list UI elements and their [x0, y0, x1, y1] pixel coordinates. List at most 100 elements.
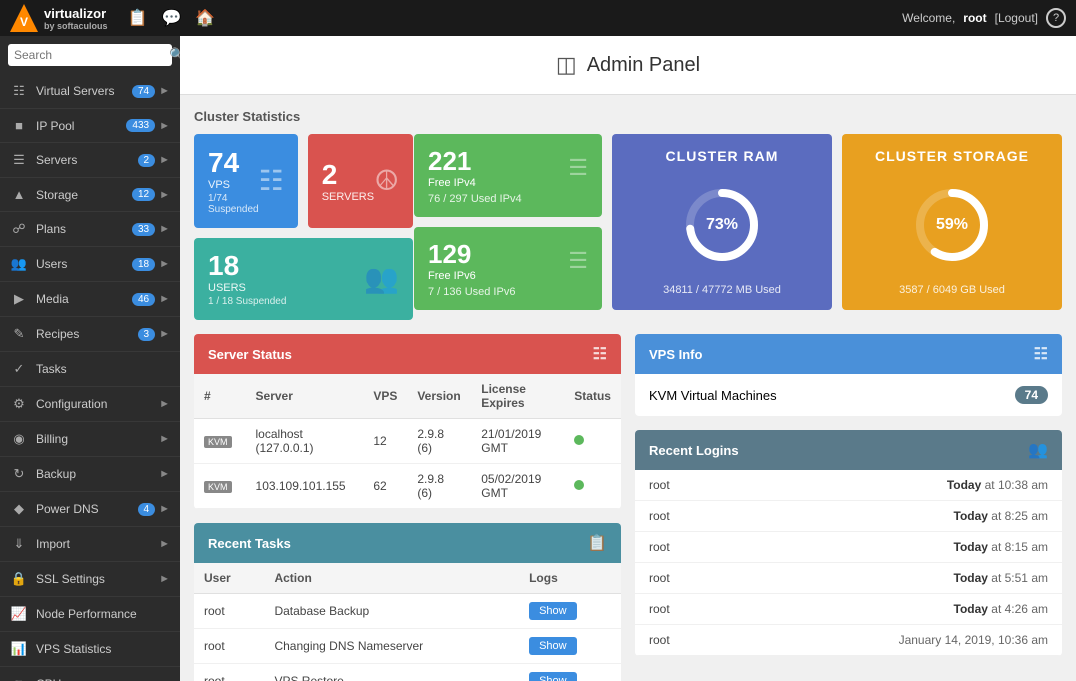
login-row: root Today at 5:51 am [635, 563, 1062, 594]
plans-badge: 33 [132, 223, 155, 236]
tasks-header-icon: 📋 [587, 533, 607, 553]
sidebar-label: Virtual Servers [36, 84, 132, 98]
sidebar-item-vps-statistics[interactable]: 📊 VPS Statistics [0, 632, 180, 667]
server-status-title: Server Status [208, 347, 292, 362]
task-action: Changing DNS Nameserver [264, 629, 519, 664]
clipboard-icon[interactable]: 📋 [128, 8, 148, 28]
show-button[interactable]: Show [529, 602, 577, 620]
used-ipv4: 76 / 297 Used IPv4 [428, 193, 522, 205]
col-status: Status [564, 374, 621, 419]
perf-icon: 📈 [10, 606, 28, 622]
chevron-icon: ► [159, 468, 170, 480]
servers-icon: ☮ [374, 164, 399, 197]
free-ipv6-label: Free IPv6 [428, 270, 476, 282]
admin-panel-icon: ◫ [556, 52, 577, 78]
sidebar-item-ip-pool[interactable]: ■ IP Pool 433 ► [0, 109, 180, 143]
task-action: Database Backup [264, 594, 519, 629]
sidebar-item-recipes[interactable]: ✎ Recipes 3 ► [0, 317, 180, 352]
login-time: Today at 5:51 am [954, 571, 1049, 585]
login-user: root [649, 540, 670, 554]
vps-info-card: VPS Info ☷ KVM Virtual Machines 74 [635, 334, 1062, 416]
used-ipv6: 7 / 136 Used IPv6 [428, 286, 515, 298]
sidebar-item-cpu[interactable]: ◾ CPU [0, 667, 180, 681]
row-status [564, 419, 621, 464]
users-badge: 18 [132, 258, 155, 271]
chevron-icon: ► [159, 85, 170, 97]
cluster-storage-card: CLUSTER STORAGE 59% 3587 / 6049 GB Used [842, 134, 1062, 310]
recent-logins-card: Recent Logins 👥 root Today at 10:38 am r… [635, 430, 1062, 656]
help-icon[interactable]: ? [1046, 8, 1066, 28]
home-icon[interactable]: 🏠 [195, 8, 215, 28]
sidebar-label: Recipes [36, 327, 138, 341]
show-button[interactable]: Show [529, 672, 577, 681]
recipes-badge: 3 [138, 328, 156, 341]
free-ipv4-label: Free IPv4 [428, 177, 476, 189]
sidebar-item-node-performance[interactable]: 📈 Node Performance [0, 597, 180, 632]
sidebar-search-container: 🔍 [0, 36, 180, 74]
bottom-grid: Server Status ☷ # Server VPS Version Lic… [194, 334, 1062, 681]
login-user: root [649, 602, 670, 616]
chevron-icon: ► [159, 398, 170, 410]
row-type: KVM [194, 419, 246, 464]
task-col-action: Action [264, 563, 519, 594]
servers-badge: 2 [138, 154, 156, 167]
time-bold: Today [954, 602, 988, 616]
vps-info-title: VPS Info [649, 347, 702, 362]
server-status-icon: ☷ [593, 344, 607, 364]
sidebar-item-power-dns[interactable]: ◆ Power DNS 4 ► [0, 492, 180, 527]
status-dot [574, 435, 584, 445]
recent-tasks-card: Recent Tasks 📋 User Action Logs [194, 523, 621, 681]
ram-percent-text: 73% [706, 216, 738, 234]
sidebar-item-backup[interactable]: ↻ Backup ► [0, 457, 180, 492]
storage-sub: 3587 / 6049 GB Used [899, 284, 1005, 296]
import-icon: ⇓ [10, 536, 28, 552]
users-icon: 👥 [10, 256, 28, 272]
ram-sub: 34811 / 47772 MB Used [663, 284, 781, 296]
virtual-servers-icon: ☷ [10, 83, 28, 99]
table-row: KVM localhost (127.0.0.1) 12 2.9.8 (6) 2… [194, 419, 621, 464]
sidebar-item-virtual-servers[interactable]: ☷ Virtual Servers 74 ► [0, 74, 180, 109]
task-logs: Show [519, 594, 621, 629]
chat-icon[interactable]: 💬 [161, 8, 181, 28]
recent-tasks-header: Recent Tasks 📋 [194, 523, 621, 563]
ip-pool-badge: 433 [126, 119, 155, 132]
time-bold: Today [954, 540, 988, 554]
search-icon[interactable]: 🔍 [169, 47, 180, 63]
logins-list: root Today at 10:38 am root Today at 8:2… [635, 470, 1062, 656]
sidebar-label: Tasks [36, 362, 170, 376]
vps-label: VPS [208, 179, 259, 191]
sidebar-item-configuration[interactable]: ⚙ Configuration ► [0, 387, 180, 422]
login-user: root [649, 478, 670, 492]
task-action: VPS Restore [264, 664, 519, 681]
vps-icon: ☷ [259, 164, 284, 197]
logout-link[interactable]: [Logout] [995, 11, 1038, 25]
sidebar-item-media[interactable]: ▶ Media 46 ► [0, 282, 180, 317]
billing-icon: ◉ [10, 431, 28, 447]
sidebar-item-ssl-settings[interactable]: 🔒 SSL Settings ► [0, 562, 180, 597]
cluster-stats-section: Cluster Statistics 74 VPS 1/74 Suspended… [194, 109, 1062, 320]
sidebar-item-storage[interactable]: ▲ Storage 12 ► [0, 178, 180, 212]
topbar: V virtualizor by softaculous 📋 💬 🏠 Welco… [0, 0, 1076, 36]
sidebar-item-users[interactable]: 👥 Users 18 ► [0, 247, 180, 282]
page-header: ◫ Admin Panel [180, 36, 1076, 95]
servers-icon: ☰ [10, 152, 28, 168]
show-button[interactable]: Show [529, 637, 577, 655]
sidebar-item-billing[interactable]: ◉ Billing ► [0, 422, 180, 457]
sidebar-item-plans[interactable]: ☍ Plans 33 ► [0, 212, 180, 247]
sidebar-item-tasks[interactable]: ✓ Tasks [0, 352, 180, 387]
right-column: VPS Info ☷ KVM Virtual Machines 74 Recen… [635, 334, 1062, 681]
dns-badge: 4 [138, 503, 156, 516]
sidebar-item-import[interactable]: ⇓ Import ► [0, 527, 180, 562]
ipv6-lines-icon: ☰ [568, 248, 588, 274]
table-row: root Changing DNS Nameserver Show [194, 629, 621, 664]
ip-pool-icon: ■ [10, 118, 28, 133]
task-col-logs: Logs [519, 563, 621, 594]
time-bold: Today [954, 571, 988, 585]
chevron-icon: ► [159, 328, 170, 340]
search-input[interactable] [14, 48, 169, 62]
chevron-icon: ► [159, 433, 170, 445]
sidebar-label: SSL Settings [36, 572, 159, 586]
sidebar-item-servers[interactable]: ☰ Servers 2 ► [0, 143, 180, 178]
login-row: root Today at 8:15 am [635, 532, 1062, 563]
login-row: root Today at 10:38 am [635, 470, 1062, 501]
